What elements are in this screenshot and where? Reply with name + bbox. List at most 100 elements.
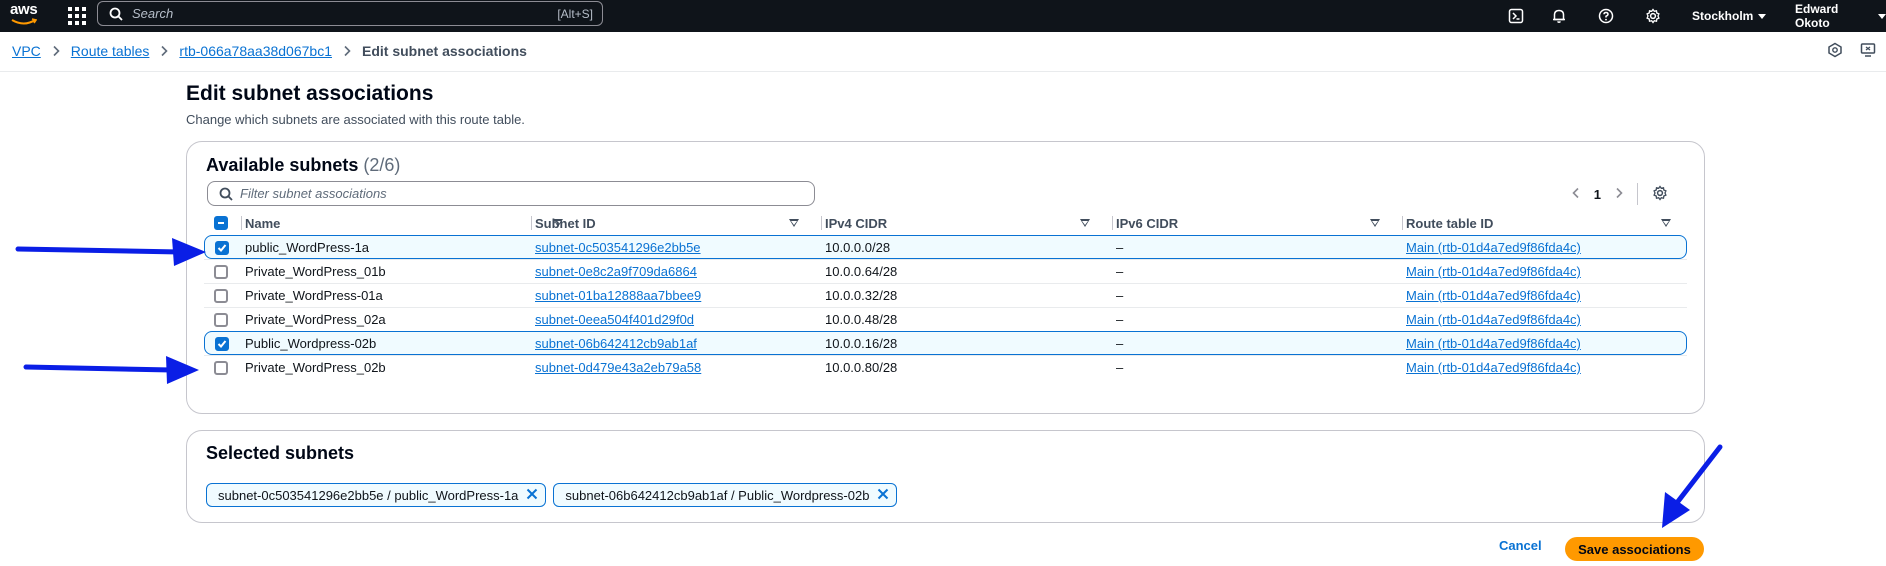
breadcrumb-route-tables[interactable]: Route tables <box>71 43 150 59</box>
settings-gear-icon[interactable] <box>1641 4 1665 28</box>
chevron-right-icon <box>52 45 60 57</box>
subnet-id-link[interactable]: subnet-06b642412cb9ab1af <box>535 336 697 351</box>
tutorial-panel-icon[interactable] <box>1827 42 1843 63</box>
search-icon <box>109 7 123 26</box>
column-divider <box>531 216 532 230</box>
cell-ipv4-cidr: 10.0.0.80/28 <box>825 360 898 375</box>
subnets-table: Name Subnet ID IPv4 CIDR IPv6 CIDR Route… <box>204 211 1687 379</box>
row-checkbox-checked[interactable] <box>215 336 229 351</box>
route-table-link[interactable]: Main (rtb-01d4a7ed9f86fda4c) <box>1406 264 1581 279</box>
save-associations-button[interactable]: Save associations <box>1565 537 1704 561</box>
selected-subnet-tokens: subnet-0c503541296e2bb5e / public_WordPr… <box>206 483 898 507</box>
notifications-bell-icon[interactable] <box>1547 4 1571 28</box>
column-header-ipv6-cidr[interactable]: IPv6 CIDR <box>1116 211 1380 235</box>
sort-icon <box>1370 219 1380 227</box>
subnet-id-link[interactable]: subnet-0eea504f401d29f0d <box>535 312 694 327</box>
selected-subnet-token: subnet-0c503541296e2bb5e / public_WordPr… <box>206 483 547 507</box>
column-label: IPv6 CIDR <box>1116 215 1179 231</box>
route-table-link[interactable]: Main (rtb-01d4a7ed9f86fda4c) <box>1406 288 1581 303</box>
help-icon[interactable] <box>1594 4 1618 28</box>
route-table-link[interactable]: Main (rtb-01d4a7ed9f86fda4c) <box>1406 312 1581 327</box>
subnet-id-link[interactable]: subnet-0e8c2a9f709da6864 <box>535 264 697 279</box>
route-table-link[interactable]: Main (rtb-01d4a7ed9f86fda4c) <box>1406 360 1581 375</box>
cell-name: Private_WordPress_01b <box>245 264 386 279</box>
indeterminate-checkbox-icon <box>214 216 228 230</box>
row-checkbox-checked[interactable] <box>215 240 229 255</box>
search-shortcut-hint: [Alt+S] <box>557 7 593 21</box>
column-label: Name <box>245 215 281 231</box>
token-label: subnet-06b642412cb9ab1af / Public_Wordpr… <box>565 487 870 503</box>
table-row[interactable]: Private_WordPress_02a subnet-0eea504f401… <box>204 307 1687 331</box>
column-header-name[interactable]: Name <box>245 211 563 235</box>
cell-ipv4-cidr: 10.0.0.0/28 <box>825 240 891 255</box>
table-row[interactable]: Public_Wordpress-02b subnet-06b642412cb9… <box>204 331 1687 355</box>
sort-icon <box>1661 219 1671 227</box>
column-divider <box>1402 216 1403 230</box>
subnet-id-link[interactable]: subnet-0c503541296e2bb5e <box>535 240 701 255</box>
annotation-arrow-row-5 <box>23 356 199 384</box>
cell-name: Private_WordPress-01a <box>245 288 383 303</box>
column-label: IPv4 CIDR <box>825 215 888 231</box>
current-page-number[interactable]: 1 <box>1594 187 1601 202</box>
subnet-id-link[interactable]: subnet-0d479e43a2eb79a58 <box>535 360 701 375</box>
table-row[interactable]: Private_WordPress_01b subnet-0e8c2a9f709… <box>204 259 1687 283</box>
cloudshell-icon[interactable] <box>1504 4 1528 28</box>
aws-logo[interactable]: aws <box>8 0 40 32</box>
selected-subnets-title: Selected subnets <box>206 443 355 463</box>
table-preferences-gear-icon[interactable] <box>1652 184 1668 204</box>
chevron-right-icon <box>160 45 169 57</box>
account-menu[interactable]: Edward Okoto <box>1795 0 1886 32</box>
table-row[interactable]: Private_WordPress-01a subnet-01ba12888aa… <box>204 283 1687 307</box>
filter-subnets[interactable] <box>207 181 815 206</box>
available-subnets-header: Available subnets (2/6) <box>206 155 400 176</box>
row-checkbox[interactable] <box>214 312 228 327</box>
services-menu-icon[interactable] <box>66 5 86 25</box>
column-divider <box>241 216 242 230</box>
global-search[interactable]: [Alt+S] <box>97 1 603 26</box>
column-divider <box>1112 216 1113 230</box>
cell-name: public_WordPress-1a <box>245 240 370 255</box>
chevron-down-icon <box>1758 13 1767 19</box>
feedback-screen-icon[interactable] <box>1860 42 1876 63</box>
region-selector[interactable]: Stockholm <box>1692 0 1767 32</box>
cell-ipv6-cidr: – <box>1116 312 1124 327</box>
row-checkbox[interactable] <box>214 360 228 375</box>
route-table-link[interactable]: Main (rtb-01d4a7ed9f86fda4c) <box>1406 240 1581 255</box>
pagination: 1 <box>1572 182 1668 206</box>
table-row[interactable]: Private_WordPress_02b subnet-0d479e43a2e… <box>204 355 1687 379</box>
breadcrumb-current: Edit subnet associations <box>361 43 527 59</box>
column-header-ipv4-cidr[interactable]: IPv4 CIDR <box>825 211 1090 235</box>
cell-ipv4-cidr: 10.0.0.64/28 <box>825 264 898 279</box>
cell-ipv6-cidr: – <box>1116 264 1124 279</box>
filter-subnets-input[interactable] <box>240 185 800 202</box>
next-page-icon[interactable] <box>1615 187 1623 202</box>
cancel-button[interactable]: Cancel <box>1499 538 1542 553</box>
route-table-link[interactable]: Main (rtb-01d4a7ed9f86fda4c) <box>1406 336 1581 351</box>
row-checkbox[interactable] <box>214 264 228 279</box>
previous-page-icon[interactable] <box>1572 187 1580 202</box>
cell-ipv6-cidr: – <box>1116 336 1124 351</box>
cell-ipv6-cidr: – <box>1116 240 1124 255</box>
sort-icon <box>1080 219 1090 227</box>
cell-ipv4-cidr: 10.0.0.48/28 <box>825 312 898 327</box>
page-description: Change which subnets are associated with… <box>186 112 525 127</box>
subnet-id-link[interactable]: subnet-01ba12888aa7bbee9 <box>535 288 701 303</box>
pager-divider <box>1637 183 1638 205</box>
close-icon[interactable] <box>876 487 890 504</box>
column-header-route-table-id[interactable]: Route table ID <box>1406 211 1676 235</box>
cell-ipv6-cidr: – <box>1116 288 1124 303</box>
select-all-checkbox[interactable] <box>214 211 228 235</box>
region-label: Stockholm <box>1692 9 1754 23</box>
global-search-input[interactable] <box>132 4 512 23</box>
breadcrumb-vpc[interactable]: VPC <box>12 43 41 59</box>
close-icon[interactable] <box>525 487 539 504</box>
cell-ipv6-cidr: – <box>1116 360 1124 375</box>
cell-name: Private_WordPress_02b <box>245 360 386 375</box>
table-row[interactable]: public_WordPress-1a subnet-0c503541296e2… <box>204 235 1687 259</box>
column-header-subnet-id[interactable]: Subnet ID <box>535 211 799 235</box>
row-checkbox[interactable] <box>214 288 228 303</box>
annotation-arrow-row-1 <box>15 238 206 266</box>
breadcrumb-route-table-id[interactable]: rtb-066a78aa38d067bc1 <box>179 43 332 59</box>
sort-icon <box>789 219 799 227</box>
column-label: Subnet ID <box>535 215 596 231</box>
